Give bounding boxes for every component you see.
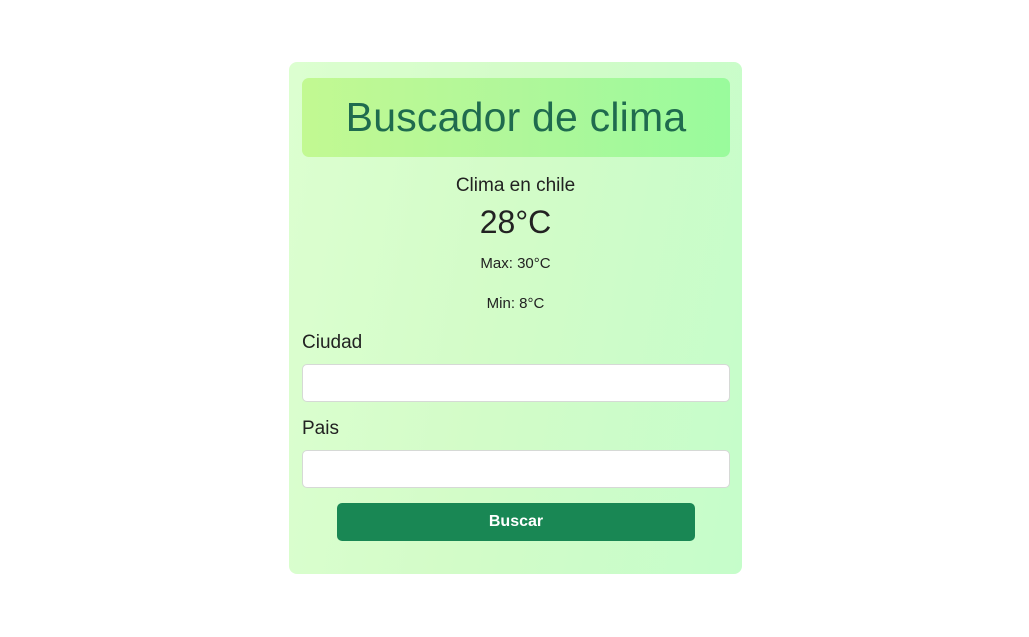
max-temperature: Max: 30°C [480,255,551,272]
min-temperature: Min: 8°C [486,295,545,312]
header-banner: Buscador de clima [302,78,730,157]
city-label: Ciudad [302,332,363,353]
search-button[interactable]: Buscar [337,503,695,541]
country-label: Pais [302,418,339,439]
weather-card: Buscador de clima Clima en chile 28°C Ma… [289,62,742,574]
current-temperature: 28°C [479,204,552,240]
country-input[interactable] [302,450,730,488]
city-input[interactable] [302,364,730,402]
weather-location-title: Clima en chile [455,175,576,196]
page-title: Buscador de clima [345,94,687,140]
